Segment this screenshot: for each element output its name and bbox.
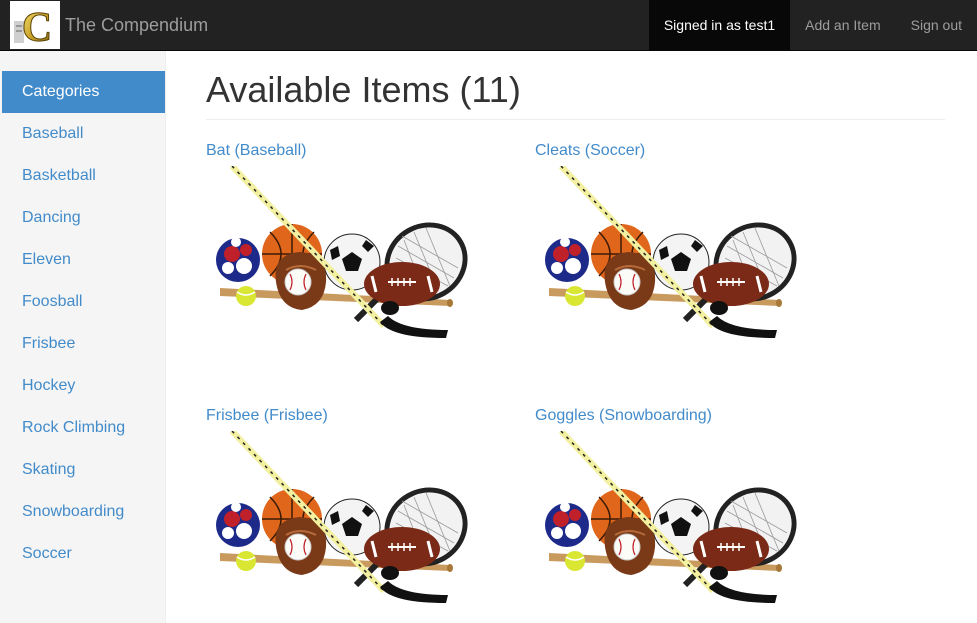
sidebar-item-baseball: Baseball — [0, 113, 165, 155]
sidebar-item-soccer: Soccer — [0, 533, 165, 575]
brand-title[interactable]: The Compendium — [65, 15, 208, 35]
sidebar-link[interactable]: Snowboarding — [0, 491, 165, 533]
top-navbar: C The Compendium Signed in as test1 Add … — [0, 0, 977, 51]
item-card: Bat (Baseball) — [206, 142, 506, 349]
sidebar-link[interactable]: Hockey — [0, 365, 165, 407]
sidebar-header: Categories — [0, 71, 165, 113]
sports-equipment-image[interactable] — [535, 428, 835, 614]
item-card: Frisbee (Frisbee) — [206, 407, 506, 614]
sidebar-link[interactable]: Skating — [0, 449, 165, 491]
sports-equipment-image[interactable] — [206, 163, 506, 349]
sidebar-link[interactable]: Rock Climbing — [0, 407, 165, 449]
sidebar-link[interactable]: Baseball — [0, 113, 165, 155]
logo-letter: C — [22, 5, 52, 49]
sign-out-link[interactable]: Sign out — [896, 0, 977, 50]
item-title-link[interactable]: Frisbee (Frisbee) — [206, 407, 506, 427]
category-sidebar: Categories Baseball Basketball Dancing E… — [0, 51, 166, 623]
sidebar-link[interactable]: Eleven — [0, 239, 165, 281]
sidebar-item-hockey: Hockey — [0, 365, 165, 407]
sidebar-item-eleven: Eleven — [0, 239, 165, 281]
page-title: Available Items (11) — [206, 69, 945, 120]
nav-right: Signed in as test1 Add an Item Sign out — [648, 0, 977, 50]
sidebar-item-rock-climbing: Rock Climbing — [0, 407, 165, 449]
sidebar-item-frisbee: Frisbee — [0, 323, 165, 365]
sidebar-link[interactable]: Frisbee — [0, 323, 165, 365]
sidebar-link[interactable]: Dancing — [0, 197, 165, 239]
item-title-link[interactable]: Cleats (Soccer) — [535, 142, 835, 162]
sidebar-link[interactable]: Basketball — [0, 155, 165, 197]
main-content: Available Items (11) Bat (Baseball) Clea… — [206, 51, 945, 603]
item-title-link[interactable]: Goggles (Snowboarding) — [535, 407, 835, 427]
sidebar-header-link[interactable]: Categories — [2, 71, 165, 113]
item-title-link[interactable]: Bat (Baseball) — [206, 142, 506, 162]
sidebar-item-skating: Skating — [0, 449, 165, 491]
sports-equipment-image[interactable] — [535, 163, 835, 349]
sports-equipment-image[interactable] — [206, 428, 506, 614]
logo-icon[interactable]: C — [10, 1, 60, 49]
sidebar-item-dancing: Dancing — [0, 197, 165, 239]
sidebar-item-snowboarding: Snowboarding — [0, 491, 165, 533]
sidebar-link[interactable]: Soccer — [0, 533, 165, 575]
item-card: Cleats (Soccer) — [535, 142, 835, 349]
signed-in-indicator[interactable]: Signed in as test1 — [648, 0, 791, 50]
sidebar-link[interactable]: Foosball — [0, 281, 165, 323]
sidebar-item-foosball: Foosball — [0, 281, 165, 323]
add-item-link[interactable]: Add an Item — [790, 0, 896, 50]
sidebar-item-basketball: Basketball — [0, 155, 165, 197]
item-card: Goggles (Snowboarding) — [535, 407, 835, 614]
